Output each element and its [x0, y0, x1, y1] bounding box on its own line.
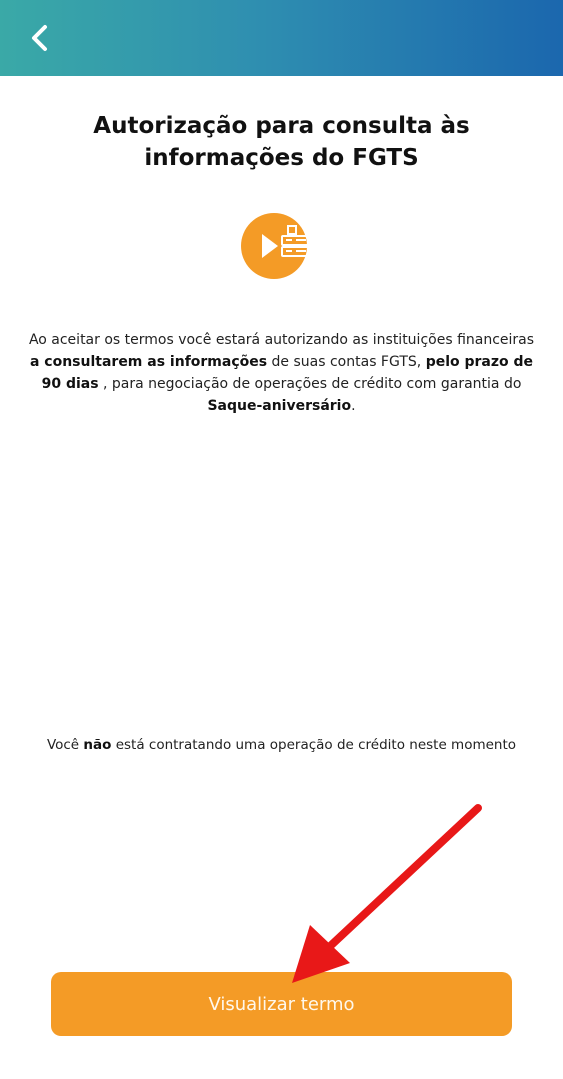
no-contract-notice: Você não está contratando uma operação d… — [20, 735, 543, 755]
authorization-description: Ao aceitar os termos você estará autoriz… — [28, 329, 535, 417]
notice-bold: não — [83, 737, 112, 753]
page-title: Autorização para consulta às informações… — [40, 110, 523, 174]
description-text-2: de suas contas FGTS, — [267, 354, 426, 370]
chevron-left-icon — [32, 25, 47, 51]
description-bold-3: Saque-aniversário — [207, 398, 352, 414]
notice-suffix: está contratando uma operação de crédito… — [111, 737, 517, 753]
notice-prefix: Você — [46, 737, 84, 753]
title-line-2: informações do FGTS — [144, 145, 419, 171]
description-bold-1: a consultarem as informações — [29, 354, 268, 370]
description-text-4: . — [351, 398, 356, 414]
view-terms-button[interactable]: Visualizar termo — [51, 972, 512, 1036]
title-line-1: Autorização para consulta às — [93, 113, 470, 139]
top-app-bar — [0, 0, 563, 76]
description-text-1: Ao aceitar os termos você estará autoriz… — [28, 332, 535, 348]
description-text-3: , para negociação de operações de crédit… — [98, 376, 522, 392]
fgts-play-icon — [241, 213, 312, 279]
back-button[interactable] — [20, 18, 60, 58]
